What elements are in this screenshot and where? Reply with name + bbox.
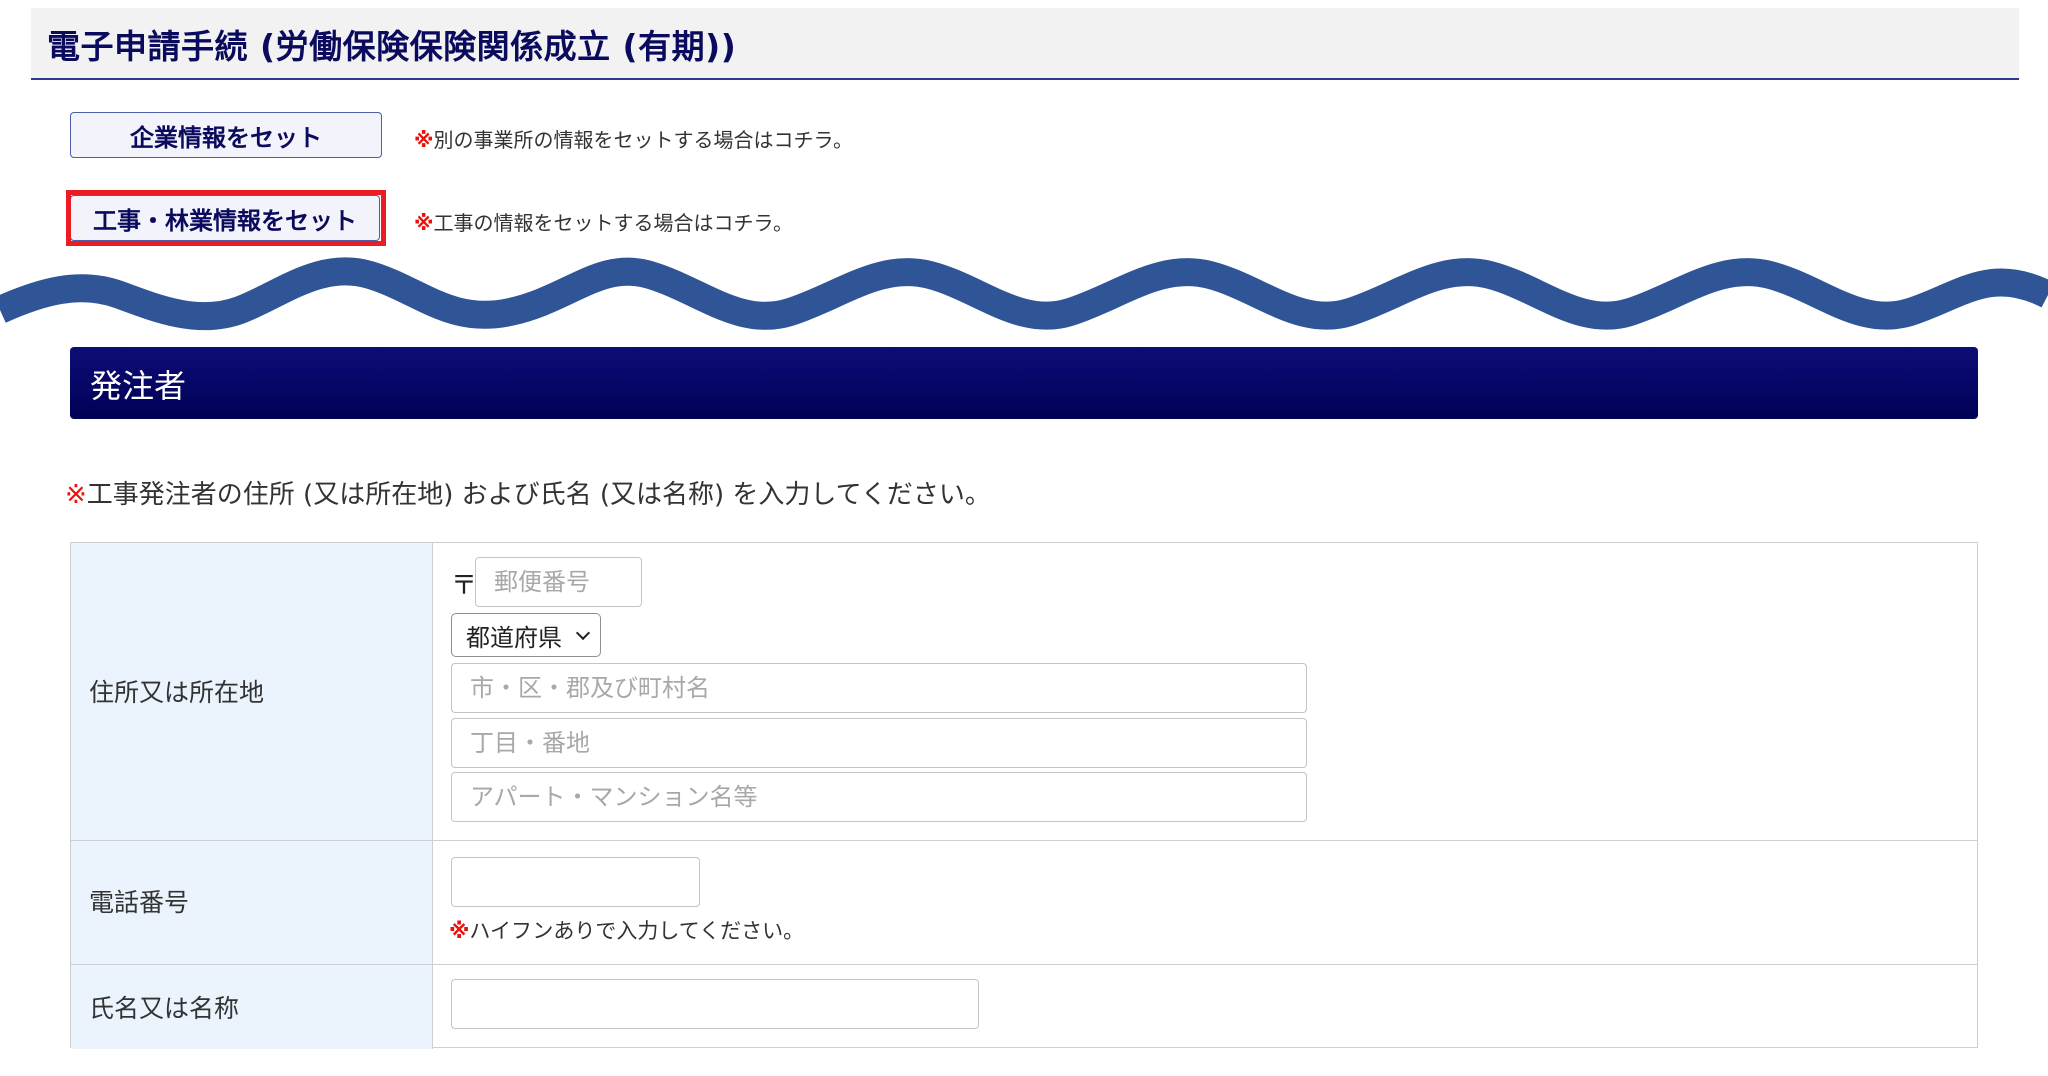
construction-set-note: ※工事の情報をセットする場合はコチラ。 [414,207,793,236]
phone-note-text: ハイフンありで入力してください。 [469,919,805,943]
postal-code-input[interactable] [475,557,642,607]
name-input[interactable] [451,979,979,1029]
name-label: 氏名又は名称 [89,994,240,1023]
company-set-note: ※別の事業所の情報をセットする場合はコチラ。 [414,124,853,153]
orderer-form-table: 住所又は所在地 〒 都道府県 電話番号 ※ハイフンありで入力してください。 氏名… [70,542,1978,1049]
city-input[interactable] [451,663,1307,713]
title-bar: 電子申請手続 (労働保険保険関係成立 (有期)) [31,8,2019,80]
street-input[interactable] [451,718,1307,768]
phone-note: ※ハイフンありで入力してください。 [449,915,804,945]
phone-label-cell: 電話番号 [71,841,433,964]
address-row: 住所又は所在地 〒 都道府県 [71,543,1977,841]
phone-label: 電話番号 [89,888,190,917]
prefecture-select-value: 都道府県 [466,623,562,652]
construction-set-note-text: 工事の情報をセットする場合はコチラ。 [433,211,794,235]
postal-mark-icon: 〒 [451,571,478,601]
page-title: 電子申請手続 (労働保険保険関係成立 (有期)) [47,27,737,66]
prefecture-select[interactable]: 都道府県 [451,613,601,657]
note-mark: ※ [414,211,434,235]
section-instruction-text: 工事発注者の住所 (又は所在地) および氏名 (又は名称) を入力してください。 [86,480,991,510]
section-title: 発注者 [90,367,187,405]
highlight-frame [66,190,386,246]
address-label-cell: 住所又は所在地 [71,543,433,840]
name-row: 氏名又は名称 [71,965,1977,1049]
note-mark: ※ [65,480,87,510]
phone-input[interactable] [451,857,700,907]
phone-row: 電話番号 ※ハイフンありで入力してください。 [71,841,1977,965]
set-company-info-button[interactable]: 企業情報をセット [70,112,382,158]
section-header: 発注者 [70,347,1978,419]
section-instruction: ※工事発注者の住所 (又は所在地) および氏名 (又は名称) を入力してください… [65,474,991,511]
company-set-note-text: 別の事業所の情報をセットする場合はコチラ。 [433,128,854,152]
building-input[interactable] [451,772,1307,822]
note-mark: ※ [449,919,470,943]
chevron-down-icon [575,625,591,641]
note-mark: ※ [414,128,434,152]
wave-divider [0,257,2048,331]
name-label-cell: 氏名又は名称 [71,965,433,1049]
address-label: 住所又は所在地 [89,678,265,707]
